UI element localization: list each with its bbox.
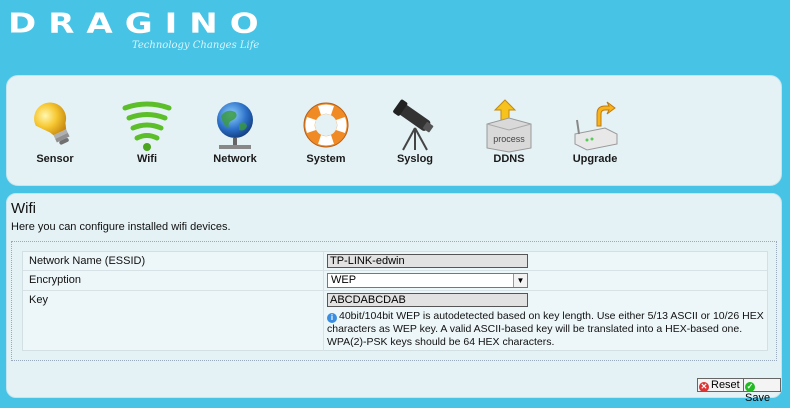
reset-button[interactable]: ✕ Reset xyxy=(697,378,744,392)
page-title: Wifi xyxy=(11,200,36,217)
chevron-down-icon[interactable]: ▼ xyxy=(513,274,527,287)
nav-label: Network xyxy=(213,153,257,165)
save-label: Save xyxy=(745,392,771,404)
encryption-label: Encryption xyxy=(29,274,81,286)
essid-row: Network Name (ESSID) TP-LINK-edwin xyxy=(23,252,767,271)
key-help-content: 40bit/104bit WEP is autodetected based o… xyxy=(327,310,764,348)
essid-label: Network Name (ESSID) xyxy=(29,255,146,267)
nav-label: Upgrade xyxy=(572,153,618,165)
reset-label: Reset xyxy=(711,379,740,391)
nav-item-ddns[interactable]: process DDNS xyxy=(469,98,549,165)
key-input[interactable]: ABCDABCDAB xyxy=(327,293,528,307)
nav-label: DDNS xyxy=(493,153,525,165)
nav-item-sensor[interactable]: Sensor xyxy=(15,98,95,165)
encryption-selected-value: WEP xyxy=(331,274,357,286)
content-panel: Wifi Here you can configure installed wi… xyxy=(6,193,782,404)
checkmark-icon: ✓ xyxy=(745,382,755,392)
essid-input[interactable]: TP-LINK-edwin xyxy=(327,254,528,268)
nav-item-system[interactable]: System xyxy=(286,98,366,165)
page-description: Here you can configure installed wifi de… xyxy=(11,221,231,233)
key-row: Key ABCDABCDAB i 40bit/104bit WEP is auto… xyxy=(23,291,767,351)
router-upgrade-icon xyxy=(574,101,618,151)
wifi-settings-table: Network Name (ESSID) TP-LINK-edwin Encry… xyxy=(22,251,768,351)
nav-item-network[interactable]: Network xyxy=(195,98,275,165)
reset-icon: ✕ xyxy=(699,382,709,392)
wifi-icon xyxy=(122,101,172,151)
nav-item-syslog[interactable]: Syslog xyxy=(375,98,455,165)
nav-label: System xyxy=(306,153,346,165)
key-help-text: i 40bit/104bit WEP is autodetected based … xyxy=(327,310,767,349)
save-button[interactable]: ✓Save xyxy=(743,378,781,404)
nav-label: Syslog xyxy=(396,153,434,165)
nav-item-upgrade[interactable]: Upgrade xyxy=(555,98,635,165)
lightbulb-icon xyxy=(34,102,70,145)
info-icon: i xyxy=(327,313,337,323)
telescope-icon xyxy=(393,99,434,151)
key-label: Key xyxy=(29,294,48,306)
nav-label: Wifi xyxy=(136,153,158,165)
lifebuoy-icon xyxy=(303,102,349,148)
nav-label: Sensor xyxy=(36,153,74,165)
brand-tagline: Technology Changes Life xyxy=(132,40,260,51)
brand-logo: DRAGINO xyxy=(8,7,271,40)
main-nav: Sensor Wifi Network System Syslog proces… xyxy=(6,75,782,186)
globe-network-icon xyxy=(217,102,253,149)
svg-text:process: process xyxy=(493,134,525,144)
process-box-icon: process xyxy=(486,99,532,153)
wifi-settings-section: Network Name (ESSID) TP-LINK-edwin Encry… xyxy=(11,241,777,361)
encryption-select[interactable]: WEP ▼ xyxy=(327,273,528,288)
encryption-row: Encryption WEP ▼ xyxy=(23,271,767,291)
nav-item-wifi[interactable]: Wifi xyxy=(107,98,187,165)
